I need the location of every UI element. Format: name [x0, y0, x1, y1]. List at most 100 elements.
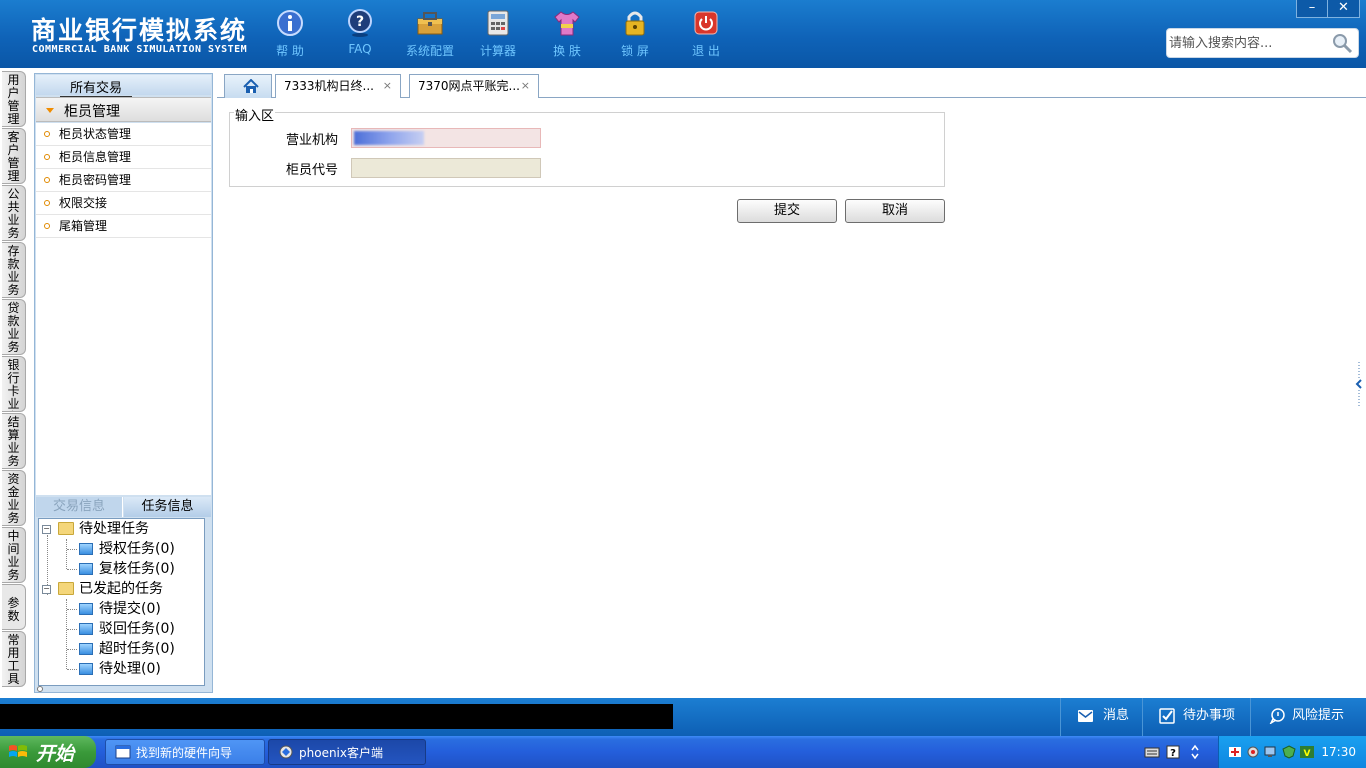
- tab-7333[interactable]: 7333机构日终... ×: [275, 74, 401, 98]
- tree-node-label: 复核任务(0): [99, 561, 175, 577]
- resize-handle[interactable]: [37, 686, 43, 692]
- transaction-list: 柜员状态管理 柜员信息管理 柜员密码管理 权限交接 尾箱管理: [36, 123, 211, 495]
- folder-icon: [79, 663, 93, 675]
- envelope-icon: [1078, 710, 1093, 722]
- close-tab-icon[interactable]: ×: [521, 75, 530, 97]
- branch-value-redacted: [354, 131, 424, 145]
- vnav-parameters[interactable]: 参数: [2, 584, 26, 630]
- volume-icon[interactable]: V: [1299, 745, 1315, 759]
- collapse-icon[interactable]: −: [42, 525, 51, 534]
- list-item-label: 柜员信息管理: [59, 150, 132, 164]
- tree-node-label: 授权任务(0): [99, 541, 175, 557]
- svg-text:?: ?: [1170, 748, 1176, 759]
- taskbar-item-phoenix-client[interactable]: phoenix客户端: [268, 739, 426, 765]
- tree-line: [67, 649, 77, 650]
- connection-icon[interactable]: [1245, 745, 1261, 759]
- risk-alert-label: 风险提示: [1292, 708, 1345, 723]
- folder-open-icon: [58, 582, 74, 595]
- search-box: [1166, 28, 1359, 58]
- search-icon[interactable]: [1329, 31, 1355, 55]
- help-tray-icon[interactable]: ?: [1166, 745, 1180, 759]
- minimize-button[interactable]: –: [1297, 0, 1328, 17]
- power-icon: [694, 11, 718, 35]
- help-button[interactable]: 帮 助: [260, 8, 320, 59]
- exit-button[interactable]: 退 出: [676, 8, 736, 59]
- tab-7370[interactable]: 7370网点平账完... ×: [409, 74, 539, 98]
- tree-line: [67, 629, 77, 630]
- list-item-label: 柜员密码管理: [59, 173, 132, 187]
- close-tab-icon[interactable]: ×: [383, 75, 392, 97]
- tab-transaction-info[interactable]: 交易信息: [36, 497, 123, 517]
- list-item[interactable]: 柜员信息管理: [36, 146, 211, 169]
- tree-line: [67, 669, 77, 670]
- risk-alert-button[interactable]: 风险提示: [1250, 698, 1366, 736]
- submit-button[interactable]: 提交: [737, 199, 837, 223]
- vnav-user-management[interactable]: 用户管理: [2, 71, 26, 127]
- messages-button[interactable]: 消息: [1060, 698, 1142, 736]
- folder-icon: [79, 603, 93, 615]
- vnav-intermediate-business[interactable]: 中间业务: [2, 527, 26, 583]
- vnav-label: 参数: [7, 596, 20, 623]
- task-tree: − 待处理任务 授权任务(0) 复核任务(0) − 已发起的任务 待提交(0) …: [38, 518, 205, 686]
- tab-bar: 7333机构日终... × 7370网点平账完... ×: [217, 73, 1366, 98]
- bullet-icon: [44, 131, 50, 137]
- vnav-card-business[interactable]: 银行卡业务: [2, 356, 26, 412]
- tree-node-label: 待提交(0): [99, 601, 161, 617]
- teller-management-group[interactable]: 柜员管理: [36, 97, 211, 122]
- collapse-right-panel-icon[interactable]: [1355, 362, 1363, 406]
- todo-button[interactable]: 待办事项: [1142, 698, 1250, 736]
- taskbar-item-hardware-wizard[interactable]: 找到新的硬件向导: [105, 739, 265, 765]
- clock[interactable]: 17:30: [1321, 736, 1356, 768]
- tree-node-label: 待处理(0): [99, 661, 161, 677]
- vnav-customer-management[interactable]: 客户管理: [2, 128, 26, 184]
- change-skin-label: 换 肤: [553, 44, 581, 58]
- network-icon[interactable]: [1227, 745, 1243, 759]
- vnav-fund-business[interactable]: 资金业务: [2, 470, 26, 526]
- expand-tray-icon[interactable]: [1190, 744, 1200, 760]
- exit-label: 退 出: [692, 44, 720, 58]
- start-button[interactable]: 开始: [0, 736, 96, 768]
- vnav-public-business[interactable]: 公共业务: [2, 185, 26, 241]
- tree-node-label: 已发起的任务: [79, 581, 163, 597]
- list-item[interactable]: 尾箱管理: [36, 215, 211, 238]
- help-label: 帮 助: [276, 44, 304, 58]
- cancel-button[interactable]: 取消: [845, 199, 945, 223]
- keyboard-icon[interactable]: [1144, 745, 1160, 759]
- lock-screen-button[interactable]: 锁 屏: [605, 8, 665, 59]
- start-label: 开始: [36, 743, 75, 765]
- vnav-common-tools[interactable]: 常用工具: [2, 631, 26, 687]
- faq-button[interactable]: ? FAQ: [330, 8, 390, 56]
- vnav-deposit-business[interactable]: 存款业务: [2, 242, 26, 298]
- list-item[interactable]: 柜员状态管理: [36, 123, 211, 146]
- system-tray: V 17:30: [1218, 736, 1366, 768]
- window-icon: [115, 745, 131, 759]
- bullet-icon: [44, 154, 50, 160]
- branch-field[interactable]: [351, 128, 541, 148]
- list-item[interactable]: 柜员密码管理: [36, 169, 211, 192]
- tab-task-info[interactable]: 任务信息: [124, 497, 211, 517]
- all-transactions-tab[interactable]: 所有交易: [60, 77, 132, 97]
- teller-id-field[interactable]: [351, 158, 541, 178]
- vnav-label: 结算业务: [7, 415, 20, 468]
- messages-label: 消息: [1103, 708, 1130, 723]
- expand-triangle-icon: [46, 108, 54, 113]
- tab-home[interactable]: [224, 74, 272, 98]
- help-icon: [277, 10, 303, 36]
- vnav-loan-business[interactable]: 贷款业务: [2, 299, 26, 355]
- calculator-button[interactable]: 计算器: [468, 8, 528, 59]
- toolbox-icon: [417, 12, 443, 35]
- close-window-button[interactable]: ✕: [1328, 0, 1359, 17]
- list-item-label: 柜员状态管理: [59, 127, 132, 141]
- folder-icon: [79, 623, 93, 635]
- computer-icon[interactable]: [1263, 745, 1279, 759]
- search-input[interactable]: [1169, 32, 1327, 54]
- system-config-label: 系统配置: [405, 44, 454, 58]
- system-config-button[interactable]: 系统配置: [400, 8, 460, 59]
- taskbar-item-label: phoenix客户端: [299, 746, 383, 760]
- change-skin-button[interactable]: 换 肤: [537, 8, 597, 59]
- security-icon[interactable]: [1281, 745, 1297, 759]
- collapse-icon[interactable]: −: [42, 585, 51, 594]
- windows-logo-icon: [9, 745, 27, 757]
- vnav-settlement-business[interactable]: 结算业务: [2, 413, 26, 469]
- list-item[interactable]: 权限交接: [36, 192, 211, 215]
